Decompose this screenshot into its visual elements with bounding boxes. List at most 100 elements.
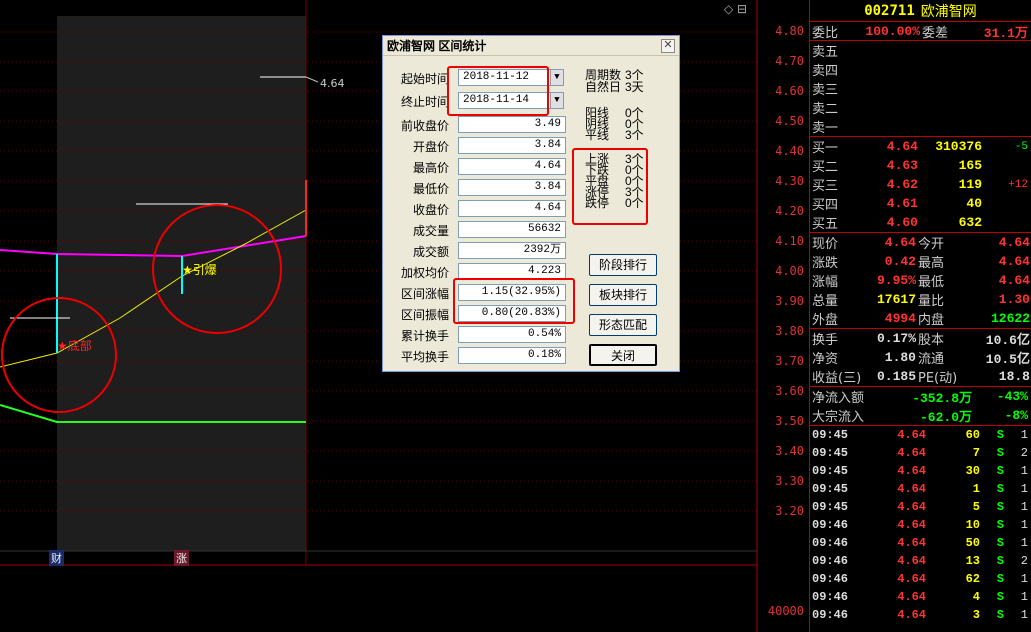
- tick-time: 09:46: [812, 572, 849, 586]
- flow-row: 大宗流入 -62.0万 -8%: [810, 406, 1031, 425]
- bid-price: 4.63: [886, 158, 918, 173]
- tick-side: S: [996, 464, 1004, 478]
- stat-row: 外盘 4994 内盘 12622: [810, 309, 1031, 328]
- tick-count: 1: [1020, 572, 1028, 586]
- tick-count: 1: [1020, 536, 1028, 550]
- stat-value2: 1.30: [998, 292, 1030, 307]
- tick-row: 09:46 4.64 13 S 2: [810, 552, 1031, 570]
- tick-time: 09:45: [812, 428, 849, 442]
- bid-label: 买一: [812, 141, 839, 156]
- stat-row: 净资 1.80 流通 10.5亿: [810, 348, 1031, 367]
- stat-label: 净资: [812, 352, 839, 367]
- stat-row: 涨跌 0.42 最高 4.64: [810, 252, 1031, 271]
- bid-change: +12: [1008, 178, 1028, 191]
- chevron-down-icon[interactable]: ▼: [550, 93, 563, 108]
- stage-rank-button[interactable]: 阶段排行: [589, 254, 657, 276]
- field-value: 0.18%: [458, 347, 566, 364]
- field-value: 3.84: [458, 137, 566, 154]
- tag-fin[interactable]: 财: [49, 550, 64, 566]
- tick-row: 09:46 4.64 62 S 1: [810, 570, 1031, 588]
- ask-label: 卖四: [812, 64, 839, 79]
- tick-side: S: [996, 428, 1004, 442]
- tick-time: 09:46: [812, 518, 849, 532]
- tick-volume: 3: [972, 608, 980, 622]
- stat-value2: 4.64: [998, 273, 1030, 288]
- field-label: 最高价: [412, 161, 449, 175]
- field-value: 3.49: [458, 116, 566, 133]
- tick-volume: 4: [972, 590, 980, 604]
- flow-percent: -43%: [996, 389, 1028, 404]
- close-button[interactable]: 关闭: [589, 344, 657, 366]
- range-stats-dialog: 欧浦智网 区间统计 ✕ 起始时间 2018-11-12 ▼ 终止时间 2018-1…: [382, 35, 680, 372]
- tick-volume: 10: [965, 518, 980, 532]
- stat-value: 0.17%: [876, 331, 916, 346]
- tick-count: 1: [1020, 590, 1028, 604]
- tick-volume: 30: [965, 464, 980, 478]
- bid-row: 买四 4.61 40: [810, 194, 1031, 213]
- tick-volume: 7: [972, 446, 980, 460]
- chevron-down-icon[interactable]: ▼: [550, 70, 563, 85]
- stat-label2: 最低: [918, 275, 945, 290]
- tick-time: 09:45: [812, 500, 849, 514]
- bid-price: 4.60: [886, 215, 918, 230]
- dialog-title: 欧浦智网 区间统计: [387, 39, 487, 53]
- flow-percent: -8%: [1004, 408, 1028, 423]
- start-label: 起始时间: [400, 72, 449, 86]
- tick-side: S: [996, 482, 1004, 496]
- stat-value2: 12622: [990, 311, 1030, 326]
- bid-label: 买三: [812, 179, 839, 194]
- ask-row: 卖四: [810, 60, 1031, 79]
- end-label: 终止时间: [400, 95, 449, 109]
- field-value: 56632: [458, 221, 566, 238]
- ask-label: 卖一: [812, 121, 839, 136]
- tick-count: 1: [1020, 608, 1028, 622]
- price-tick: 4.60: [775, 84, 804, 98]
- field-label: 最低价: [412, 182, 449, 196]
- tick-row: 09:45 4.64 5 S 1: [810, 498, 1031, 516]
- tick-side: S: [996, 446, 1004, 460]
- stat-row: 现价 4.64 今开 4.64: [810, 233, 1031, 252]
- stat-row: 涨幅 9.95% 最低 4.64: [810, 271, 1031, 290]
- bid-label: 买四: [812, 198, 839, 213]
- pattern-match-button[interactable]: 形态匹配: [589, 314, 657, 336]
- flow-label: 大宗流入: [812, 410, 865, 425]
- tick-time: 09:45: [812, 464, 849, 478]
- tick-side: S: [996, 590, 1004, 604]
- field-label: 收盘价: [412, 203, 449, 217]
- stat-label2: 最高: [918, 256, 945, 271]
- tick-count: 1: [1020, 500, 1028, 514]
- close-icon[interactable]: ✕: [661, 38, 675, 53]
- ask-row: 卖五: [810, 41, 1031, 60]
- dialog-titlebar[interactable]: 欧浦智网 区间统计 ✕: [383, 36, 679, 56]
- highlight-range: [453, 278, 575, 324]
- tick-count: 1: [1020, 464, 1028, 478]
- flow-block: 净流入额 -352.8万 -43% 大宗流入 -62.0万 -8%: [810, 387, 1031, 426]
- tick-volume: 50: [965, 536, 980, 550]
- bid-volume: 165: [958, 158, 982, 173]
- tick-count: 2: [1020, 554, 1028, 568]
- chart-toolbar-icons[interactable]: ◇ ⊟: [724, 2, 747, 16]
- tick-count: 1: [1020, 428, 1028, 442]
- tick-time: 09:46: [812, 590, 849, 604]
- tick-volume: 5: [972, 500, 980, 514]
- bid-label: 买五: [812, 217, 839, 232]
- tag-up[interactable]: 涨: [174, 550, 189, 566]
- tick-price: 4.64: [897, 608, 926, 622]
- stat-value: 3天: [625, 80, 644, 94]
- sector-rank-button[interactable]: 板块排行: [589, 284, 657, 306]
- bid-list: 买一 4.64 310376 -5 买二 4.63 165 买三 4.62 119 +12 买四 4.6…: [810, 137, 1031, 233]
- price-tick: 3.50: [775, 414, 804, 428]
- stat-value2: 10.5亿: [985, 352, 1030, 367]
- tick-side: S: [996, 572, 1004, 586]
- field-label: 成交量: [412, 224, 449, 238]
- tick-side: S: [996, 608, 1004, 622]
- stat-value: 9.95%: [876, 273, 916, 288]
- stat-label: 收益(三): [812, 371, 862, 386]
- field-label: 区间振幅: [400, 308, 449, 322]
- tick-price: 4.64: [897, 572, 926, 586]
- tick-price: 4.64: [897, 482, 926, 496]
- price-tick: 4.20: [775, 204, 804, 218]
- tick-side: S: [996, 554, 1004, 568]
- marker-bottom-label: ★底部: [57, 339, 92, 353]
- bid-row: 买二 4.63 165: [810, 156, 1031, 175]
